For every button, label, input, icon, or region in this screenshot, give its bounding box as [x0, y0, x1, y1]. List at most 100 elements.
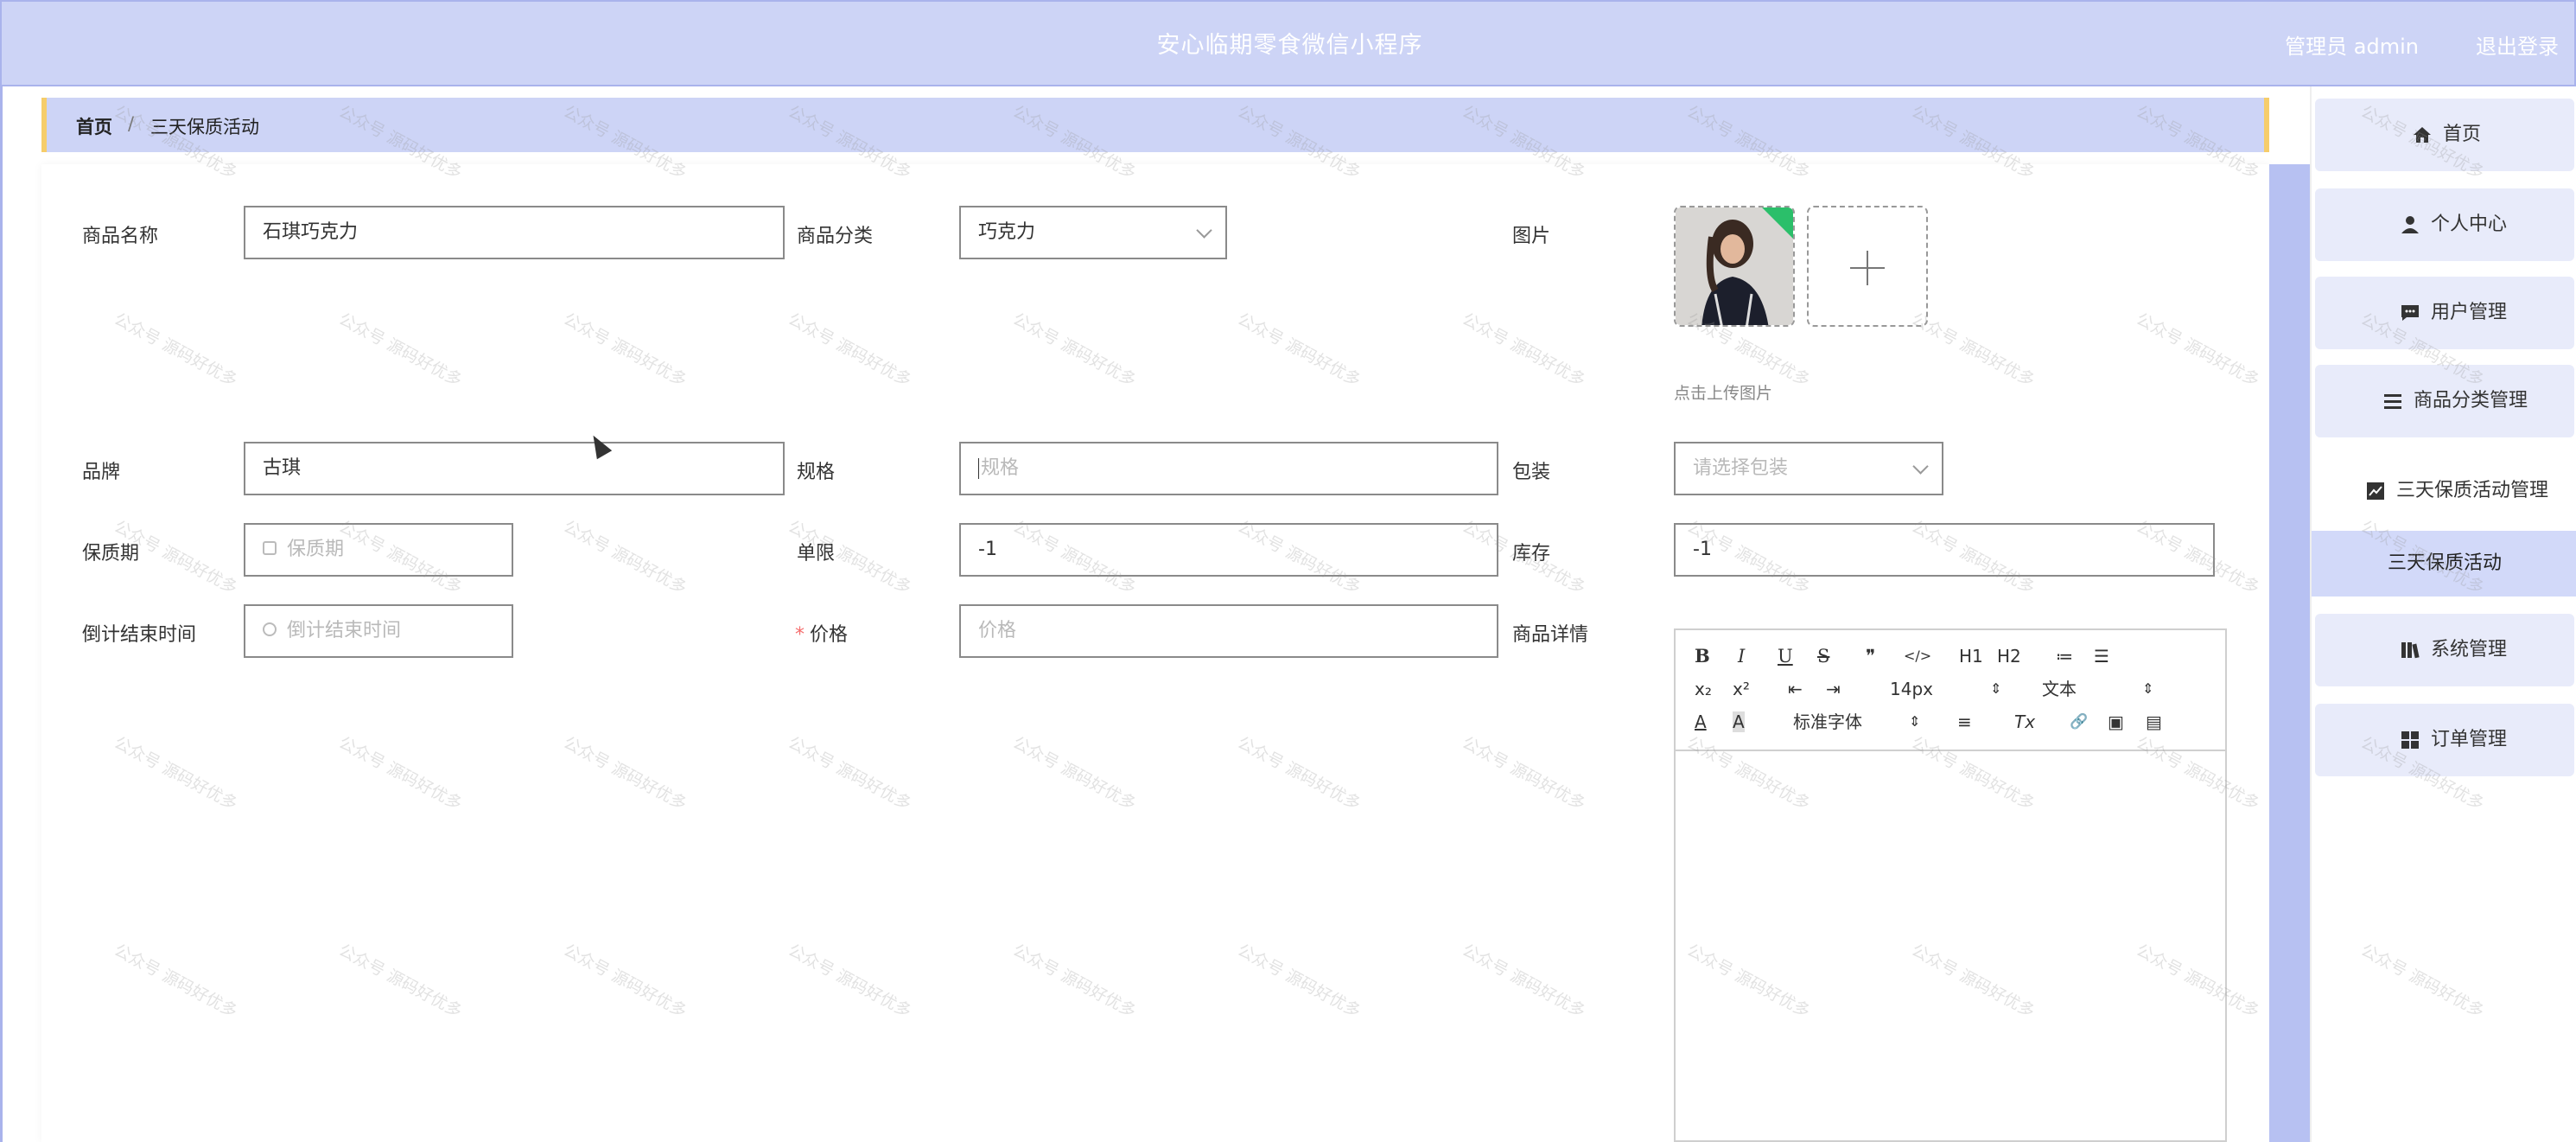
sidebar-item-label: 系统管理 [2431, 639, 2508, 660]
product-name-input[interactable]: 石琪巧克力 [244, 206, 785, 259]
text-color-button[interactable]: A [1695, 711, 1707, 732]
sidebar-item-label: 三天保质活动管理 [2396, 480, 2549, 501]
category-label: 商品分类 [797, 226, 874, 247]
font-family-arrows-icon: ⇕ [1909, 713, 1921, 730]
uploaded-image-thumbnail[interactable] [1674, 206, 1795, 327]
rich-text-editor: B I U S ❞ </> H1 H2 ≔ ☰ x₂ x² ⇤ ⇥ 14px ⇕… [1674, 628, 2227, 1142]
bold-button[interactable]: B [1695, 646, 1710, 667]
countdown-label: 倒计结束时间 [82, 624, 197, 646]
align-button[interactable]: ≡ [1957, 711, 1972, 732]
editor-content-area[interactable] [1676, 753, 2225, 1142]
breadcrumb-home[interactable]: 首页 [76, 113, 112, 139]
superscript-button[interactable]: x² [1733, 679, 1750, 699]
chevron-down-icon [1196, 222, 1212, 239]
image-upload-button[interactable] [1807, 206, 1928, 327]
plus-icon-vertical [1867, 251, 1868, 285]
sidebar-item-profile[interactable]: 个人中心 [2315, 188, 2574, 261]
app-title: 安心临期零食微信小程序 [1156, 32, 1423, 59]
sidebar-subitem-label: 三天保质活动 [2387, 552, 2502, 574]
packaging-label: 包装 [1512, 462, 1551, 483]
spec-label: 规格 [797, 462, 836, 483]
subscript-button[interactable]: x₂ [1695, 679, 1712, 699]
header-select[interactable]: 文本 [2042, 679, 2077, 699]
required-mark: * [795, 624, 805, 646]
current-user-label: 管理员 admin [2285, 35, 2419, 59]
font-size-arrows-icon: ⇕ [1990, 680, 2002, 697]
user-icon [2401, 216, 2419, 233]
library-icon [2401, 642, 2420, 659]
price-input[interactable]: 价格 [959, 604, 1498, 658]
limit-input[interactable]: -1 [959, 523, 1498, 577]
breadcrumb-separator: / [128, 113, 135, 134]
code-block-button[interactable]: </> [1904, 646, 1931, 667]
menu-lines-icon [2384, 394, 2401, 409]
breadcrumb: 首页 / 三天保质活动 [41, 98, 2269, 152]
font-size-select[interactable]: 14px [1890, 679, 1933, 699]
video-button[interactable]: ▤ [2146, 711, 2162, 732]
product-photo-icon [1676, 207, 1793, 325]
sidebar-item-orders[interactable]: 订单管理 [2315, 704, 2574, 776]
header2-button[interactable]: H2 [1997, 646, 2021, 667]
packaging-placeholder: 请选择包装 [1693, 457, 1789, 479]
shelf-life-placeholder: 保质期 [287, 539, 345, 560]
chart-icon [2367, 482, 2384, 500]
sidebar-item-system[interactable]: 系统管理 [2315, 614, 2574, 686]
header-arrows-icon: ⇕ [2142, 680, 2154, 697]
stock-input[interactable]: -1 [1674, 523, 2215, 577]
countdown-placeholder: 倒计结束时间 [287, 620, 402, 641]
countdown-time-picker[interactable]: 倒计结束时间 [244, 604, 513, 658]
sidebar-item-label: 首页 [2443, 124, 2482, 145]
text-caret [978, 458, 979, 479]
price-label: * 价格 [795, 619, 848, 647]
category-select[interactable]: 巧克力 [959, 206, 1227, 259]
font-family-select[interactable]: 标准字体 [1793, 711, 1862, 732]
top-header: 安心临期零食微信小程序 管理员 admin 退出登录 [0, 0, 2576, 86]
outdent-button[interactable]: ⇤ [1788, 679, 1803, 699]
strike-button[interactable]: S [1817, 646, 1829, 667]
indent-button[interactable]: ⇥ [1826, 679, 1841, 699]
chevron-down-icon [1912, 458, 1929, 475]
category-select-value: 巧克力 [978, 221, 1036, 243]
breadcrumb-current: 三天保质活动 [150, 117, 259, 137]
italic-button[interactable]: I [1738, 646, 1745, 667]
limit-label: 单限 [797, 543, 836, 565]
bullet-list-button[interactable]: ☰ [2094, 646, 2109, 667]
brand-input[interactable]: 古琪 [244, 442, 785, 495]
image-label: 图片 [1512, 226, 1551, 247]
upload-tip: 点击上传图片 [1674, 384, 1773, 403]
left-edge-stripe [0, 86, 3, 1142]
image-button[interactable]: ▣ [2108, 711, 2124, 732]
detail-label: 商品详情 [1512, 624, 1589, 646]
ordered-list-button[interactable]: ≔ [2056, 646, 2073, 667]
clear-format-button[interactable]: Tx [2014, 711, 2035, 732]
stock-label: 库存 [1512, 543, 1551, 565]
sidebar-item-label: 商品分类管理 [2414, 390, 2528, 412]
logout-link[interactable]: 退出登录 [2476, 29, 2559, 60]
sidebar-item-activity[interactable]: 三天保质活动管理 [2315, 455, 2574, 527]
sidebar-item-label: 个人中心 [2431, 214, 2508, 235]
spec-input[interactable]: 规格 [959, 442, 1498, 495]
home-icon [2414, 127, 2431, 143]
calendar-icon [263, 541, 277, 555]
sidebar-item-users[interactable]: 用户管理 [2315, 277, 2574, 349]
shelf-life-label: 保质期 [82, 543, 140, 565]
sidebar-item-label: 用户管理 [2431, 302, 2508, 323]
shelf-life-date-picker[interactable]: 保质期 [244, 523, 513, 577]
grid-icon [2401, 731, 2419, 749]
link-button[interactable]: 🔗 [2070, 711, 2088, 732]
background-color-button[interactable]: A [1733, 711, 1745, 732]
product-name-label: 商品名称 [82, 226, 159, 247]
sidebar-item-label: 订单管理 [2431, 729, 2508, 750]
editor-toolbar: B I U S ❞ </> H1 H2 ≔ ☰ x₂ x² ⇤ ⇥ 14px ⇕… [1676, 630, 2225, 751]
price-label-text: 价格 [810, 624, 849, 646]
blockquote-button[interactable]: ❞ [1866, 646, 1875, 667]
content-scroll-strip[interactable] [2269, 164, 2310, 1142]
underline-button[interactable]: U [1778, 646, 1793, 667]
sidebar-item-home[interactable]: 首页 [2315, 99, 2574, 171]
sidebar-subitem-activity[interactable]: 三天保质活动 [2312, 531, 2576, 597]
packaging-select[interactable]: 请选择包装 [1674, 442, 1943, 495]
header1-button[interactable]: H1 [1959, 646, 1983, 667]
sidebar-item-category[interactable]: 商品分类管理 [2315, 365, 2574, 437]
clock-icon [263, 622, 277, 636]
brand-label: 品牌 [82, 462, 121, 483]
